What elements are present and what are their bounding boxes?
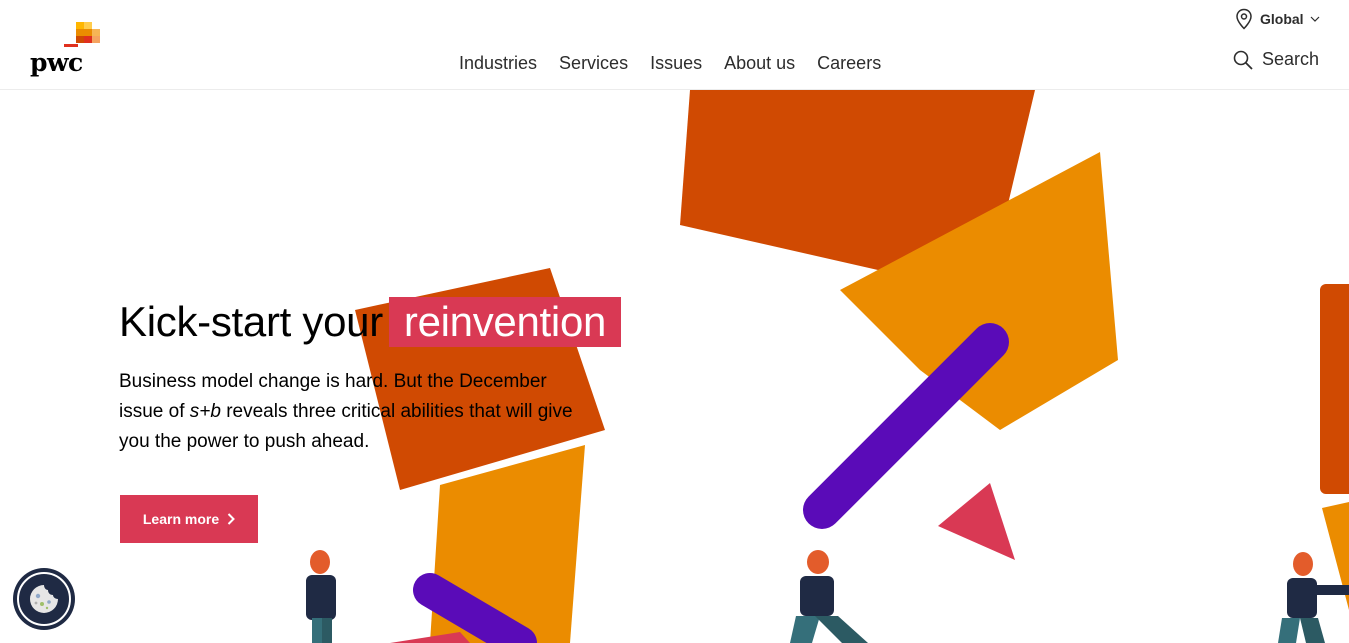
logo-mark (64, 22, 100, 47)
nav-issues[interactable]: Issues (639, 52, 713, 74)
headline-prefix: Kick-start your (119, 298, 383, 345)
learn-more-label: Learn more (142, 511, 220, 527)
headline-highlight: reinvention (388, 297, 622, 347)
region-selector[interactable]: Global (1234, 8, 1320, 30)
shape-pink-triangle (938, 483, 1015, 560)
cookie-ring (17, 572, 71, 626)
cookie-settings-button[interactable] (13, 568, 75, 630)
description-italic: s+b (189, 401, 221, 422)
cookie-icon (30, 585, 58, 613)
region-label: Global (1260, 11, 1304, 27)
learn-more-button[interactable]: Learn more (120, 495, 258, 543)
location-pin-icon (1236, 8, 1252, 30)
logo-text: pwc (30, 48, 83, 77)
nav-careers[interactable]: Careers (806, 52, 892, 74)
person-figure-1 (306, 550, 336, 643)
search-icon (1233, 50, 1253, 70)
hero-description: Business model change is hard. But the D… (119, 367, 589, 457)
site-header: pwc Industries Services Issues About us … (0, 0, 1349, 90)
nav-about-us[interactable]: About us (713, 52, 806, 74)
search-label: Search (1262, 49, 1320, 69)
hero-text: Kick-start your reinvention Business mode… (119, 297, 639, 476)
chevron-right-icon (227, 513, 236, 525)
shape-purple-bar (803, 323, 1009, 529)
shape-right-edge (1320, 284, 1349, 494)
nav-industries[interactable]: Industries (448, 52, 548, 74)
hero-headline: Kick-start your reinvention (119, 297, 639, 347)
main-nav: Industries Services Issues About us Care… (448, 52, 892, 74)
shape-pink-bottom (390, 632, 470, 643)
nav-services[interactable]: Services (548, 52, 639, 74)
chevron-down-icon (1310, 16, 1319, 22)
pwc-logo[interactable]: pwc (28, 20, 108, 80)
person-figure-2 (790, 550, 868, 643)
search-button[interactable]: Search (1233, 49, 1319, 70)
